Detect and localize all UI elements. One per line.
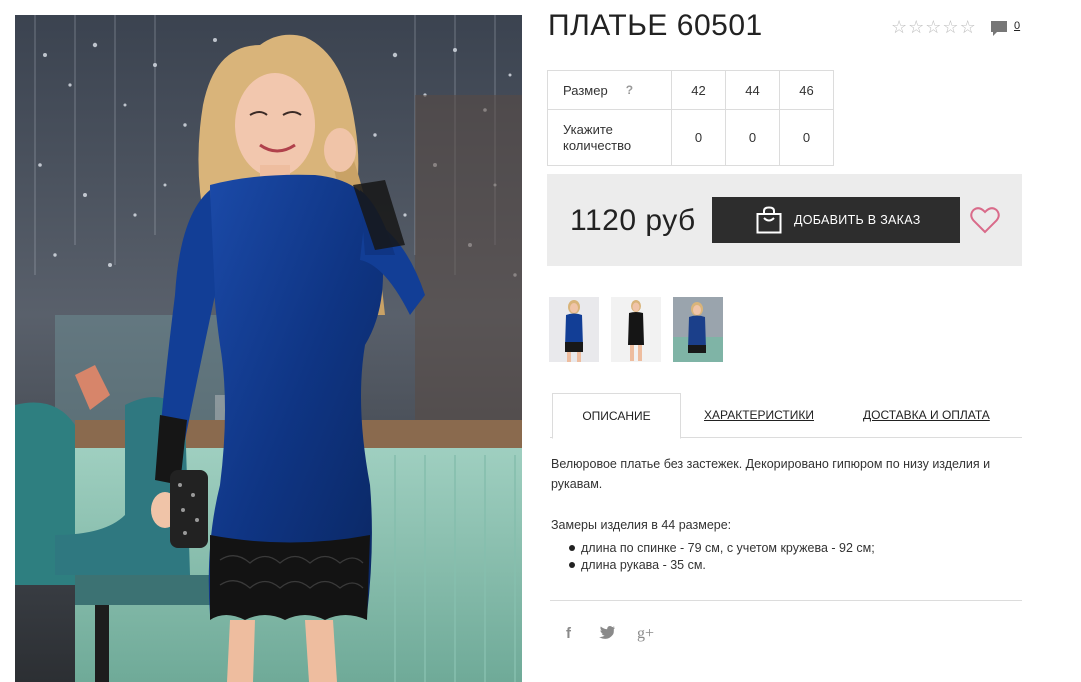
size-label-cell: Размер ? — [547, 70, 672, 110]
product-description: Велюровое платье без застежек. Декориров… — [551, 457, 991, 491]
measurements-title: Замеры изделия в 44 размере: — [551, 518, 732, 532]
add-to-order-button[interactable]: ДОБАВИТЬ В ЗАКАЗ — [712, 197, 960, 243]
comment-icon[interactable] — [990, 20, 1008, 37]
tab-delivery-payment[interactable]: ДОСТАВКА И ОПЛАТА — [863, 408, 990, 422]
quantity-input-44[interactable]: 0 — [725, 109, 780, 166]
heart-icon[interactable] — [970, 206, 1000, 234]
add-to-order-label: ДОБАВИТЬ В ЗАКАЗ — [794, 213, 921, 227]
thumbnail-3[interactable] — [673, 297, 723, 362]
size-option-46: 46 — [779, 70, 834, 110]
size-help-icon[interactable]: ? — [626, 83, 633, 97]
list-item: длина по спинке - 79 см, с учетом кружев… — [551, 540, 875, 557]
star-icon[interactable]: ☆ — [891, 17, 907, 37]
measurements-list: длина по спинке - 79 см, с учетом кружев… — [551, 540, 875, 574]
size-label: Размер — [563, 82, 608, 98]
rating-stars[interactable]: ☆ ☆ ☆ ☆ ☆ — [891, 17, 976, 37]
comment-count-link[interactable]: 0 — [1014, 20, 1020, 32]
star-icon[interactable]: ☆ — [960, 17, 976, 37]
size-option-44: 44 — [725, 70, 780, 110]
divider — [550, 600, 1022, 601]
size-row: Размер ? 42 44 46 — [547, 70, 834, 110]
tab-description[interactable]: ОПИСАНИЕ — [552, 393, 681, 439]
tab-characteristics[interactable]: ХАРАКТЕРИСТИКИ — [704, 408, 814, 422]
main-product-photo[interactable] — [15, 15, 522, 682]
star-icon[interactable]: ☆ — [925, 17, 941, 37]
size-option-42: 42 — [671, 70, 726, 110]
list-item: длина рукава - 35 см. — [551, 557, 875, 574]
product-price: 1120 руб — [570, 204, 696, 237]
twitter-icon[interactable] — [599, 626, 615, 639]
google-plus-icon[interactable]: g+ — [637, 625, 654, 643]
star-icon[interactable]: ☆ — [908, 17, 924, 37]
thumbnail-1[interactable] — [549, 297, 599, 362]
star-icon[interactable]: ☆ — [942, 17, 958, 37]
size-quantity-table: Размер ? 42 44 46 Укажите количество 0 0… — [547, 70, 834, 166]
quantity-input-46[interactable]: 0 — [779, 109, 834, 166]
shopping-bag-icon — [756, 206, 782, 234]
product-title: ПЛАТЬЕ 60501 — [548, 9, 763, 42]
quantity-input-42[interactable]: 0 — [671, 109, 726, 166]
quantity-label-cell: Укажите количество — [547, 109, 672, 166]
quantity-row: Укажите количество 0 0 0 — [547, 109, 834, 166]
quantity-label: Укажите количество — [563, 121, 632, 153]
thumbnail-2[interactable] — [611, 297, 661, 362]
facebook-icon[interactable]: f — [566, 625, 571, 642]
